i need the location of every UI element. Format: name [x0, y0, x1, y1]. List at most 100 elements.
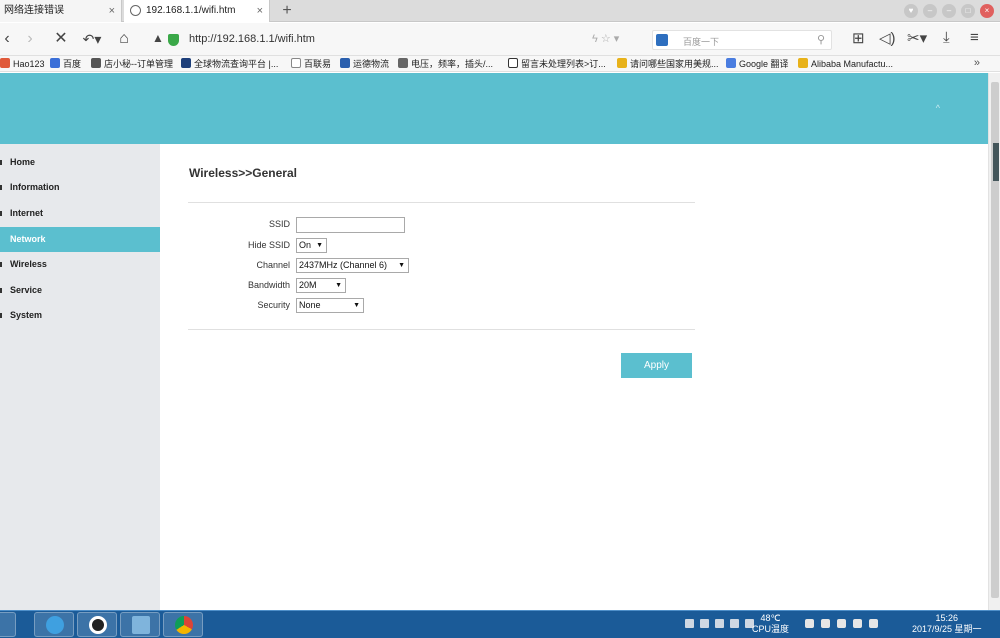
- close-icon[interactable]: ×: [109, 0, 115, 22]
- ssid-row: SSID: [160, 217, 700, 233]
- folder-icon: [617, 58, 627, 68]
- tray-icon[interactable]: [730, 619, 739, 628]
- hide-ssid-select[interactable]: On ▼: [296, 238, 327, 253]
- bookmark-messages[interactable]: 留言未处理列表>订...: [508, 58, 606, 70]
- search-input[interactable]: 百度一下: [683, 35, 719, 48]
- ssid-input[interactable]: [296, 217, 405, 233]
- sidebar-item-label: System: [10, 310, 43, 320]
- browser-icon: [46, 616, 64, 634]
- shield-icon[interactable]: [805, 619, 814, 628]
- tab-network-error[interactable]: 网络连接错误 ×: [0, 0, 122, 22]
- close-window-icon[interactable]: ×: [980, 4, 994, 18]
- close-icon[interactable]: ×: [257, 0, 263, 22]
- browser-toolbar: ‹ › ✕ ↶▾ ⌂ ▲ http://192.168.1.1/wifi.htm…: [0, 23, 1000, 56]
- security-icon[interactable]: ▲: [152, 31, 164, 45]
- track-icon: [181, 58, 191, 68]
- taskbar-browser-button[interactable]: [34, 612, 74, 637]
- sidebar-item-network[interactable]: Network: [0, 227, 160, 252]
- cpu-temp-label: CPU温度: [752, 624, 790, 634]
- channel-select[interactable]: 2437MHz (Channel 6) ▼: [296, 258, 409, 273]
- bookmark-voltage[interactable]: 电压，频率，插头/...: [398, 58, 493, 70]
- home-icon[interactable]: ⌂: [114, 29, 134, 49]
- new-tab-button[interactable]: +: [274, 0, 300, 22]
- shop-icon: [91, 58, 101, 68]
- select-value: None: [299, 300, 321, 310]
- chevron-down-icon: ▼: [353, 302, 360, 309]
- clock-date: 2017/9/25 星期一: [912, 624, 982, 634]
- translate-icon: [726, 58, 736, 68]
- bookmark-hao123[interactable]: Hao123: [0, 58, 45, 70]
- select-value: On: [299, 240, 312, 250]
- bookmark-label: 请问哪些国家用美规...: [630, 59, 719, 69]
- chevron-down-icon: ▼: [335, 282, 342, 289]
- bookmark-17track[interactable]: 全球物流查询平台 |...: [181, 58, 278, 70]
- start-button[interactable]: [0, 612, 16, 637]
- qq-icon[interactable]: [837, 619, 846, 628]
- vertical-scrollbar[interactable]: [988, 73, 1000, 610]
- forward-icon[interactable]: ›: [20, 29, 40, 49]
- taskbar-qq-button[interactable]: [77, 612, 117, 637]
- sidebar-item-label: Network: [10, 234, 46, 244]
- bookmark-google-translate[interactable]: Google 翻译: [726, 58, 789, 70]
- cpu-temperature[interactable]: 48℃ CPU温度: [752, 613, 789, 635]
- bandwidth-select[interactable]: 20M ▼: [296, 278, 346, 293]
- search-icon[interactable]: ⚲: [817, 33, 825, 46]
- sidebar-nav: Home Information Internet Network Wirele…: [0, 144, 160, 610]
- tray-icon[interactable]: [700, 619, 709, 628]
- plane-icon: [340, 58, 350, 68]
- security-select[interactable]: None ▼: [296, 298, 364, 313]
- bookmark-bailianyi[interactable]: 百联易: [291, 58, 331, 70]
- bookmark-us-plug[interactable]: 请问哪些国家用美规...: [617, 58, 719, 70]
- menu-icon[interactable]: ≡: [970, 29, 979, 46]
- volume-icon[interactable]: ◁): [879, 29, 896, 47]
- maximize-icon[interactable]: □: [961, 4, 975, 18]
- scissors-icon[interactable]: ✂▾: [907, 29, 927, 47]
- bookmark-yunde[interactable]: 运德物流: [340, 58, 389, 70]
- apply-button[interactable]: Apply: [621, 353, 692, 378]
- main-content: Wireless>>General SSID Hide SSID On ▼ Cha…: [160, 144, 988, 610]
- back-icon[interactable]: ‹: [0, 29, 14, 49]
- bookmark-label: Alibaba Manufactu...: [811, 59, 894, 69]
- menu-icon[interactable]: –: [923, 4, 937, 18]
- sidebar-item-home[interactable]: Home: [0, 150, 160, 175]
- tab-wifi[interactable]: 192.168.1.1/wifi.htm ×: [124, 0, 270, 22]
- tray-icon[interactable]: [685, 619, 694, 628]
- chevron-down-icon: ▼: [316, 242, 323, 249]
- globe-icon: [398, 58, 408, 68]
- caret-up-icon[interactable]: ^: [936, 103, 940, 113]
- bolt-icon[interactable]: ϟ ☆ ▾: [592, 32, 619, 45]
- flag-icon[interactable]: [853, 619, 862, 628]
- undo-icon[interactable]: ↶▾: [80, 29, 104, 49]
- sidebar-item-internet[interactable]: Internet: [0, 201, 160, 226]
- search-engine-icon[interactable]: [656, 34, 668, 46]
- search-box[interactable]: 百度一下 ⚲: [652, 30, 832, 50]
- sidebar-item-service[interactable]: Service: [0, 278, 160, 303]
- minimize-icon[interactable]: –: [942, 4, 956, 18]
- qq-icon[interactable]: [821, 619, 830, 628]
- tray-icons-right: [805, 619, 878, 628]
- skin-icon[interactable]: ♥: [904, 4, 918, 18]
- qq-icon: [89, 616, 107, 634]
- tab-strip: 网络连接错误 × 192.168.1.1/wifi.htm × + ♥ – – …: [0, 0, 1000, 22]
- bookmarks-more-icon[interactable]: »: [974, 57, 980, 69]
- bookmark-baidu[interactable]: 百度: [50, 58, 81, 70]
- volume-icon[interactable]: [869, 619, 878, 628]
- clock[interactable]: 15:26 2017/9/25 星期一: [912, 613, 982, 635]
- shield-icon[interactable]: [168, 34, 179, 46]
- taskbar-network-button[interactable]: [120, 612, 160, 637]
- sidebar-item-label: Internet: [10, 208, 44, 218]
- sidebar-item-information[interactable]: Information: [0, 175, 160, 200]
- sidebar-item-system[interactable]: System: [0, 303, 160, 328]
- stop-icon[interactable]: ✕: [52, 29, 70, 49]
- select-value: 2437MHz (Channel 6): [299, 260, 388, 270]
- bookmark-dianxiaomi[interactable]: 店小秘--订单管理: [91, 58, 173, 70]
- apps-icon[interactable]: ⊞: [852, 29, 865, 47]
- download-icon[interactable]: ⤓: [943, 29, 950, 46]
- channel-label: Channel: [256, 260, 290, 270]
- taskbar-chrome-button[interactable]: [163, 612, 203, 637]
- address-bar[interactable]: http://192.168.1.1/wifi.htm: [189, 33, 315, 45]
- bookmark-alibaba[interactable]: Alibaba Manufactu...: [798, 58, 893, 70]
- help-icon[interactable]: [715, 619, 724, 628]
- sidebar-item-wireless[interactable]: Wireless: [0, 252, 160, 277]
- bullet-icon: [0, 160, 2, 165]
